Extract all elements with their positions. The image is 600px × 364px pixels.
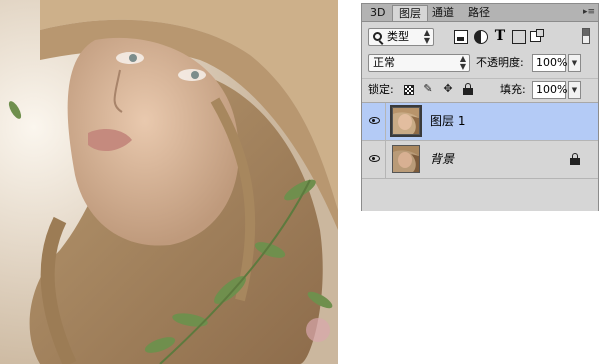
layer-filter-row: 类型 ▲ ▼ T: [362, 24, 598, 50]
smart-object-filter-icon[interactable]: [530, 29, 544, 42]
eye-icon: [369, 155, 380, 162]
layer-thumbnail: [390, 105, 422, 137]
tab-channels[interactable]: 通道: [426, 5, 460, 21]
panel-tabbar: 3D 图层 通道 路径 ▸≡: [362, 4, 598, 22]
visibility-toggle[interactable]: [362, 141, 386, 178]
layer-thumbnail: [392, 145, 420, 173]
tab-paths[interactable]: 路径: [462, 5, 496, 21]
layer-name[interactable]: 图层 1: [430, 114, 465, 128]
lock-row: 锁定: ✎ ✥ 填充: 100% ▼: [362, 78, 598, 101]
image-filter-icon[interactable]: [454, 30, 468, 44]
blend-row: 正常 ▲ ▼ 不透明度: 100% ▼: [362, 52, 598, 74]
fill-label: 填充:: [500, 83, 526, 96]
filter-toggle-icon[interactable]: [582, 28, 590, 44]
fill-dropdown-button[interactable]: ▼: [568, 81, 581, 99]
shape-filter-icon[interactable]: [512, 30, 526, 44]
lock-image-icon[interactable]: ✎: [422, 83, 434, 95]
lock-position-icon[interactable]: ✥: [442, 83, 454, 95]
type-filter-icon[interactable]: T: [493, 29, 507, 43]
tab-layers[interactable]: 图层: [392, 5, 428, 21]
eye-icon: [369, 117, 380, 124]
lock-transparent-icon[interactable]: [404, 85, 414, 95]
lock-all-icon[interactable]: [462, 83, 474, 95]
panel-menu-icon[interactable]: ▸≡: [583, 6, 595, 18]
visibility-toggle[interactable]: [362, 103, 386, 140]
opacity-label: 不透明度:: [476, 56, 524, 69]
search-icon: [373, 32, 382, 41]
stepper-arrows-icon: ▲ ▼: [459, 54, 466, 71]
opacity-input[interactable]: 100%: [532, 54, 567, 72]
layer-row-layer1[interactable]: 图层 1: [362, 103, 598, 141]
layers-list: 图层 1 背景: [362, 102, 598, 211]
stepper-arrows-icon: ▲ ▼: [423, 28, 430, 45]
lock-icon: [570, 153, 580, 165]
opacity-dropdown-button[interactable]: ▼: [568, 54, 581, 72]
tab-3d[interactable]: 3D: [364, 5, 391, 21]
adjustment-filter-icon[interactable]: [474, 30, 488, 44]
layer-row-background[interactable]: 背景: [362, 141, 598, 179]
lock-label: 锁定:: [368, 83, 394, 96]
blend-mode-select[interactable]: 正常 ▲ ▼: [368, 54, 470, 72]
layer-name[interactable]: 背景: [430, 152, 454, 166]
fill-input[interactable]: 100%: [532, 81, 567, 99]
layers-panel: 3D 图层 通道 路径 ▸≡ 类型 ▲ ▼ T 正常 ▲ ▼ 不透明度: 100% …: [361, 3, 599, 211]
canvas-image: [0, 0, 338, 364]
blend-mode-value: 正常: [373, 56, 395, 69]
filter-kind-select[interactable]: 类型 ▲ ▼: [368, 28, 434, 46]
filter-kind-label: 类型: [387, 30, 409, 43]
